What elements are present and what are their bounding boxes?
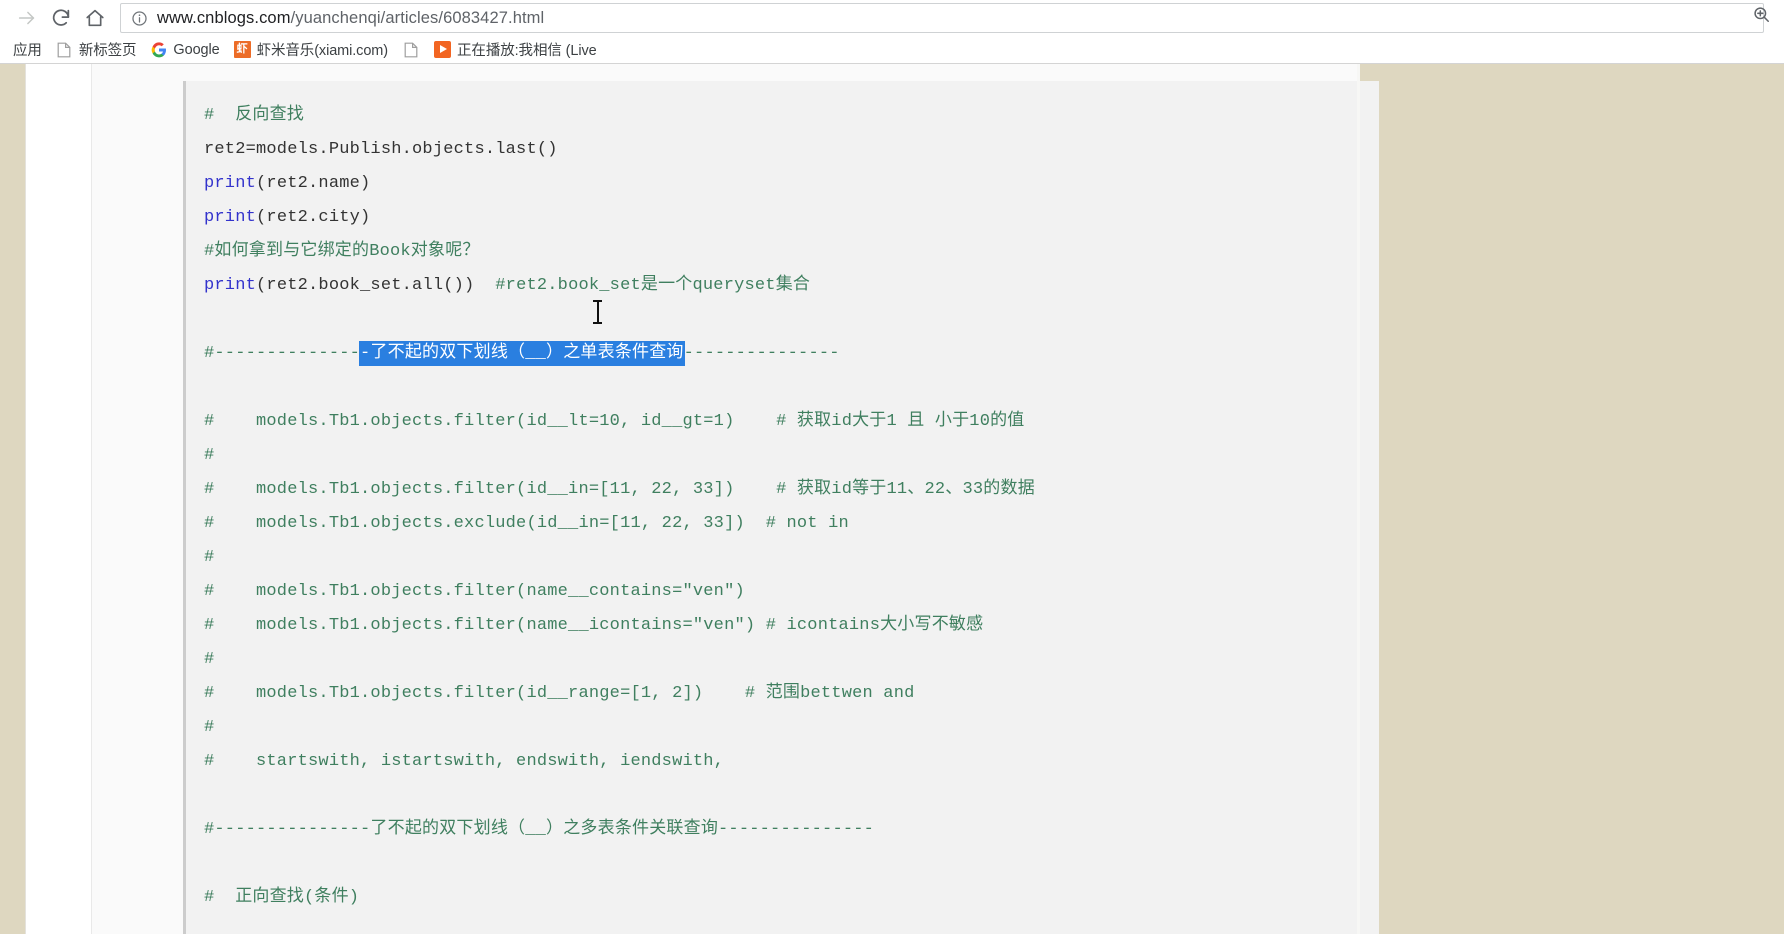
code-line-comment: #ret2.book_set是一个queryset集合 xyxy=(495,276,811,295)
code-line: #---------------了不起的双下划线（__）之多表条件关联查询---… xyxy=(204,820,875,839)
play-icon xyxy=(434,41,452,58)
address-bar[interactable]: www.cnblogs.com/yuanchenqi/articles/6083… xyxy=(120,3,1764,33)
bookmark-label: 新标签页 xyxy=(78,43,137,59)
code-line-rest: (ret2.city) xyxy=(256,208,371,227)
url-host: www.cnblogs.com xyxy=(157,8,291,27)
bookmark-label: Google xyxy=(173,41,220,58)
info-circle-icon[interactable] xyxy=(131,10,148,27)
bookmark-item-nowplaying[interactable]: 正在播放:我相信 (Live xyxy=(427,38,604,61)
address-bar-url[interactable]: www.cnblogs.com/yuanchenqi/articles/6083… xyxy=(157,9,544,28)
code-line: ret2=models.Publish.objects.last() xyxy=(204,140,558,159)
bookmark-label: 正在播放:我相信 (Live xyxy=(457,43,597,59)
bookmark-label: 应用 xyxy=(13,43,42,59)
browser-toolbar: www.cnblogs.com/yuanchenqi/articles/6083… xyxy=(0,0,1784,36)
article-content-column: # 反向查找 ret2=models.Publish.objects.last()… xyxy=(25,64,1379,934)
keyword-print: print xyxy=(204,208,257,227)
article-inner: # 反向查找 ret2=models.Publish.objects.last()… xyxy=(91,64,1379,934)
code-line: # xyxy=(204,446,215,465)
url-path: /yuanchenqi/articles/6083427.html xyxy=(290,8,545,27)
code-line: # models.Tb1.objects.filter(id__lt=10, i… xyxy=(204,412,1025,431)
home-icon xyxy=(84,7,106,29)
forward-button[interactable] xyxy=(10,1,44,35)
code-line-rest: (ret2.book_set.all()) xyxy=(256,276,496,295)
code-line: # models.Tb1.objects.filter(id__range=[1… xyxy=(204,684,915,703)
code-line: # models.Tb1.objects.exclude(id__in=[11,… xyxy=(204,514,849,533)
arrow-right-icon xyxy=(16,7,38,29)
bookmark-item-google[interactable]: Google xyxy=(143,38,226,61)
reload-button[interactable] xyxy=(44,1,78,35)
code-line-selected[interactable]: #---------------了不起的双下划线（__）之单表条件查询-----… xyxy=(204,337,1379,371)
zoom-indicator-button[interactable] xyxy=(1746,2,1776,32)
bookmark-label: 虾米音乐(xiami.com) xyxy=(256,43,389,59)
bookmark-item-untitled[interactable] xyxy=(395,38,427,61)
content-right-edge xyxy=(1357,64,1360,934)
code-line: # startswith, istartswith, endswith, ien… xyxy=(204,752,725,771)
home-button[interactable] xyxy=(78,1,112,35)
page-icon xyxy=(402,41,419,58)
code-line: # xyxy=(204,548,215,567)
browser-chrome: www.cnblogs.com/yuanchenqi/articles/6083… xyxy=(0,0,1784,64)
code-line: # xyxy=(204,718,215,737)
bookmark-item-newtab[interactable]: 新标签页 xyxy=(49,38,144,61)
browser-window: www.cnblogs.com/yuanchenqi/articles/6083… xyxy=(0,0,1784,934)
page-icon xyxy=(56,41,73,58)
bookmark-item-xiami[interactable]: 虾 虾米音乐(xiami.com) xyxy=(227,38,395,61)
code-block[interactable]: # 反向查找 ret2=models.Publish.objects.last()… xyxy=(183,81,1379,934)
code-line: print(ret2.name) xyxy=(204,167,1379,201)
google-g-icon xyxy=(150,41,167,58)
xiami-icon: 虾 xyxy=(233,41,251,58)
bookmark-item-apps[interactable]: 应用 xyxy=(6,38,49,61)
code-line: # models.Tb1.objects.filter(name__iconta… xyxy=(204,616,984,635)
zoom-magnifier-icon xyxy=(1752,5,1771,29)
separator-prefix: #-------------- xyxy=(204,344,361,363)
keyword-print: print xyxy=(204,174,257,193)
code-line: print(ret2.book_set.all()) #ret2.book_se… xyxy=(204,269,1379,303)
keyword-print: print xyxy=(204,276,257,295)
code-line: # 反向查找 xyxy=(204,106,305,125)
code-line: # xyxy=(204,650,215,669)
code-line-rest: (ret2.name) xyxy=(256,174,371,193)
separator-suffix: --------------- xyxy=(683,344,840,363)
code-line: # models.Tb1.objects.filter(id__in=[11, … xyxy=(204,480,1035,499)
code-line: # models.Tb1.objects.filter(name__contai… xyxy=(204,582,745,601)
code-line: #如何拿到与它绑定的Book对象呢？ xyxy=(204,242,480,261)
code-listing[interactable]: # 反向查找 ret2=models.Publish.objects.last()… xyxy=(186,81,1379,915)
code-line: # 正向查找(条件) xyxy=(204,888,360,907)
selected-text[interactable]: -了不起的双下划线（__）之单表条件查询 xyxy=(360,342,684,365)
reload-icon xyxy=(50,7,72,29)
bookmarks-bar: 应用 新标签页 Google 虾 虾米音乐(xiami.com) 正在播放:我相… xyxy=(0,36,1784,63)
code-line: print(ret2.city) xyxy=(204,201,1379,235)
